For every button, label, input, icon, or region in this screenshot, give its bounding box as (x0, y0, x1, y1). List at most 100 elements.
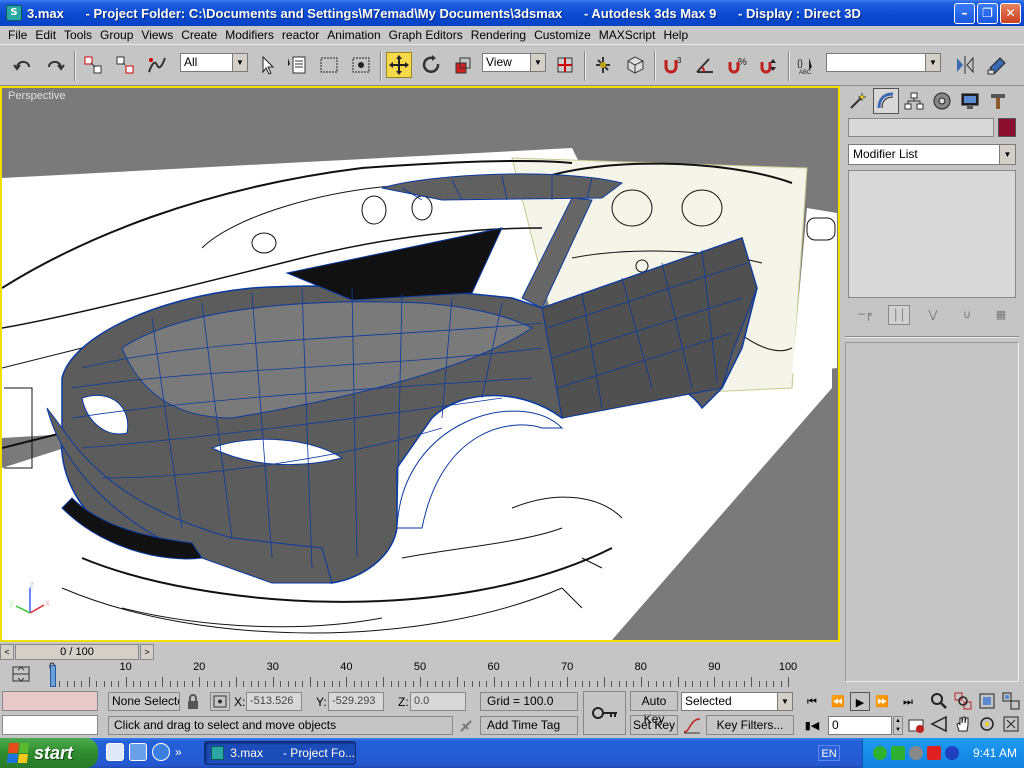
unlink-selection-button[interactable] (112, 52, 138, 78)
zoom-extents-all-button[interactable] (1000, 691, 1022, 711)
time-slider[interactable]: < 0 / 100 > (0, 643, 840, 661)
auto-key-button[interactable]: Auto Key (630, 691, 678, 726)
select-object-button[interactable] (254, 52, 280, 78)
menu-help[interactable]: Help (659, 28, 692, 42)
spinner-snap-toggle-button[interactable] (756, 52, 782, 78)
bind-to-space-warp-button[interactable] (144, 52, 170, 78)
reference-coordinate-dropdown[interactable]: View ▼ (482, 53, 546, 72)
app-icon[interactable]: S (6, 5, 22, 21)
menu-customize[interactable]: Customize (530, 28, 595, 42)
antivirus-tray-icon[interactable] (927, 746, 941, 760)
quick-launch-more-icon[interactable]: » (175, 743, 182, 761)
taskbar-item-3dsmax[interactable]: 3.max - Project Fo... (204, 741, 356, 765)
undo-button[interactable] (10, 52, 36, 78)
go-to-end-button[interactable]: ⏭ (898, 692, 918, 711)
track-bar[interactable]: 0102030405060708090100 (0, 661, 840, 689)
modifier-list-dropdown[interactable]: Modifier List ▼ (848, 144, 1016, 165)
modifier-stack[interactable] (848, 170, 1016, 298)
y-coord-field[interactable]: -529.293 (328, 692, 384, 711)
rectangular-selection-button[interactable] (316, 52, 342, 78)
select-by-name-button[interactable] (284, 52, 310, 78)
menu-reactor[interactable]: reactor (278, 28, 323, 42)
bluetooth-tray-icon[interactable] (945, 746, 959, 760)
object-name-field[interactable] (848, 118, 994, 137)
default-in-out-tangents-button[interactable] (682, 716, 702, 735)
select-and-rotate-button[interactable] (418, 52, 444, 78)
tab-hierarchy[interactable] (901, 88, 927, 114)
menu-tools[interactable]: Tools (60, 28, 96, 42)
align-button[interactable] (984, 52, 1010, 78)
maximize-button[interactable]: ❐ (977, 3, 998, 24)
zoom-all-button[interactable] (952, 691, 974, 711)
menu-rendering[interactable]: Rendering (467, 28, 530, 42)
named-selection-sets-dropdown[interactable]: ▼ (826, 53, 941, 72)
orbit-button[interactable] (976, 714, 998, 734)
show-desktop-icon[interactable] (129, 743, 147, 761)
tab-modify[interactable] (873, 88, 899, 114)
tab-utilities[interactable] (985, 88, 1011, 114)
time-configuration-button[interactable] (906, 716, 926, 735)
play-animation-button[interactable]: ▶ (850, 692, 870, 711)
use-pivot-center-button[interactable] (552, 52, 578, 78)
make-unique-button[interactable]: ⋁ (922, 305, 944, 325)
x-coord-field[interactable]: -513.526 (246, 692, 302, 711)
select-and-manipulate-button[interactable] (590, 52, 616, 78)
selection-filter-dropdown[interactable]: All ▼ (180, 53, 248, 72)
select-and-move-button[interactable] (386, 52, 412, 78)
volume-tray-icon[interactable] (909, 746, 923, 760)
language-indicator[interactable]: EN (818, 745, 840, 761)
minimize-button[interactable]: – (954, 3, 975, 24)
viewport-label[interactable]: Perspective (8, 90, 65, 102)
menu-file[interactable]: File (4, 28, 31, 42)
start-button[interactable]: start (0, 738, 98, 768)
tab-display[interactable] (957, 88, 983, 114)
flag-tray-icon[interactable] (891, 746, 905, 760)
maxscript-listener-mini[interactable] (2, 691, 98, 711)
menu-graph-editors[interactable]: Graph Editors (385, 28, 467, 42)
edit-named-selection-button[interactable]: {} ABC (794, 52, 820, 78)
zoom-button[interactable] (928, 691, 950, 711)
time-cursor[interactable] (50, 665, 56, 687)
set-key-button[interactable]: Set Key (630, 715, 678, 735)
configure-modifier-sets-button[interactable]: ▦ (990, 305, 1012, 325)
maxscript-output-mini[interactable] (2, 715, 98, 735)
menu-edit[interactable]: Edit (31, 28, 60, 42)
window-crossing-button[interactable] (348, 52, 374, 78)
internet-explorer-icon[interactable] (152, 743, 170, 761)
zoom-extents-button[interactable] (976, 691, 998, 711)
key-filters-button[interactable]: Key Filters... (706, 715, 794, 735)
z-coord-field[interactable]: 0.0 (410, 692, 466, 711)
absolute-mode-transform-button[interactable] (210, 692, 230, 711)
time-slider-thumb[interactable]: 0 / 100 (15, 644, 139, 660)
set-keys-button[interactable] (583, 691, 626, 735)
maximize-viewport-button[interactable] (1000, 714, 1022, 734)
percent-snap-toggle-button[interactable]: % (724, 52, 750, 78)
previous-frame-button[interactable]: ⏪ (828, 692, 848, 711)
object-color-swatch[interactable] (998, 118, 1016, 137)
lock-selection-icon[interactable] (186, 694, 200, 713)
tab-create[interactable] (845, 88, 871, 114)
field-of-view-button[interactable] (928, 714, 950, 734)
menu-create[interactable]: Create (177, 28, 221, 42)
angle-snap-toggle-button[interactable] (692, 52, 718, 78)
frame-spinner[interactable]: ▲ ▼ (893, 716, 903, 735)
network-tray-icon[interactable] (873, 746, 887, 760)
tab-motion[interactable] (929, 88, 955, 114)
go-to-start-button[interactable]: ⏮ (802, 692, 822, 711)
selection-lock-icon[interactable] (458, 718, 474, 737)
mirror-button[interactable] (952, 52, 978, 78)
menu-animation[interactable]: Animation (323, 28, 384, 42)
remove-modifier-button[interactable]: ∪ (956, 305, 978, 325)
menu-modifiers[interactable]: Modifiers (221, 28, 278, 42)
media-player-icon[interactable] (106, 743, 124, 761)
select-and-scale-button[interactable] (450, 52, 476, 78)
menu-maxscript[interactable]: MAXScript (595, 28, 660, 42)
pin-stack-button[interactable]: ─╒ (854, 305, 876, 325)
next-frame-button[interactable]: ⏩ (872, 692, 892, 711)
pan-view-button[interactable] (952, 714, 974, 734)
show-end-result-button[interactable]: ││ (888, 305, 910, 325)
snaps-toggle-button[interactable]: 3 (660, 52, 686, 78)
key-mode-toggle-button[interactable]: ▮◀ (802, 716, 822, 735)
time-slider-prev-button[interactable]: < (0, 644, 14, 660)
select-and-link-button[interactable] (80, 52, 106, 78)
